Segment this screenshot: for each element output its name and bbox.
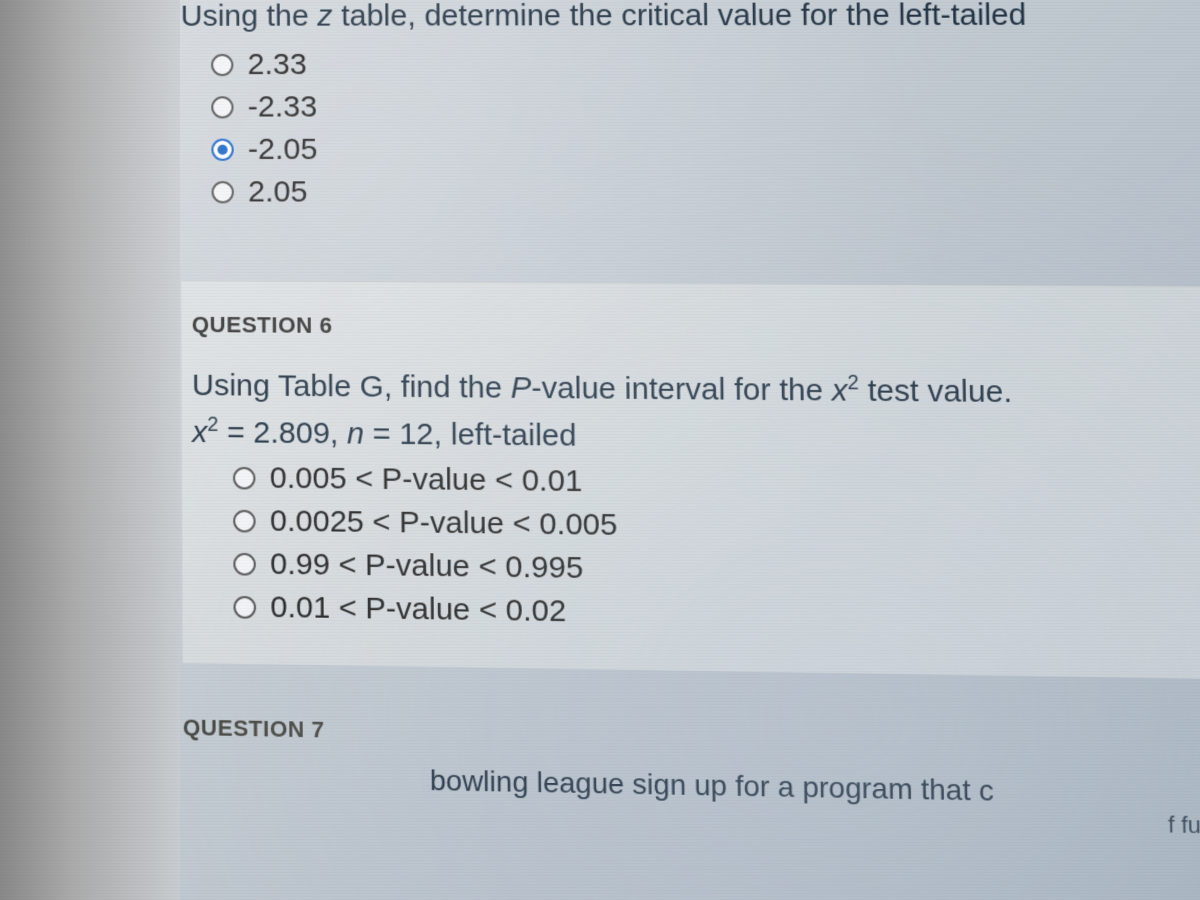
q7-header: QUESTION 7 — [183, 714, 1200, 760]
question-5-block: Using the z table, determine the critica… — [181, 0, 1200, 213]
q5-option-3[interactable]: -2.05 — [211, 133, 1200, 170]
question-7-block: QUESTION 7 bowling league sign up for a … — [183, 714, 1200, 840]
q6-chi-sup: 2 — [847, 372, 859, 395]
option-label: -2.05 — [248, 133, 318, 168]
q6-given-eq: = 2.809, — [218, 416, 347, 451]
radio-icon — [233, 553, 256, 576]
q6-prompt-prefix: Using Table G, find the — [192, 369, 511, 405]
q5-option-2[interactable]: -2.33 — [211, 90, 1200, 126]
q6-option-2[interactable]: 0.0025 < P-value < 0.005 — [233, 504, 1200, 551]
radio-icon-selected — [211, 139, 233, 161]
option-label: 2.05 — [248, 175, 308, 210]
q6-prompt-suffix: test value. — [859, 374, 1013, 410]
radio-icon — [233, 596, 256, 619]
q6-chi-base: x — [832, 374, 848, 408]
radio-icon — [233, 510, 256, 533]
q6-option-3[interactable]: 0.99 < P-value < 0.995 — [233, 547, 1200, 595]
q5-prompt-suffix: table, determine the critical value for … — [332, 0, 1026, 33]
q6-option-1[interactable]: 0.005 < P-value < 0.01 — [233, 461, 1200, 507]
radio-icon — [212, 181, 234, 203]
quiz-content: Using the z table, determine the critica… — [0, 0, 1200, 841]
radio-icon — [211, 96, 233, 118]
option-label: 0.005 < P-value < 0.01 — [270, 461, 583, 499]
option-label: 2.33 — [247, 48, 306, 82]
q6-given-chi-base: x — [192, 415, 207, 449]
q6-option-4[interactable]: 0.01 < P-value < 0.02 — [233, 590, 1200, 639]
radio-icon — [233, 467, 256, 490]
q6-given-rest: = 12, left-tailed — [364, 417, 577, 453]
question-6-block: QUESTION 6 Using Table G, find the P-val… — [181, 280, 1200, 679]
radio-icon — [211, 54, 233, 76]
q5-option-4[interactable]: 2.05 — [212, 175, 1200, 213]
q5-prompt: Using the z table, determine the critica… — [181, 0, 1200, 34]
q6-p-italic: P — [511, 371, 532, 405]
q6-given: x2 = 2.809, n = 12, left-tailed — [192, 413, 1200, 460]
option-label: 0.01 < P-value < 0.02 — [270, 590, 566, 629]
option-label: 0.0025 < P-value < 0.005 — [270, 504, 618, 543]
option-label: -2.33 — [248, 90, 318, 124]
q6-given-n: n — [347, 417, 364, 451]
q6-given-chi-sup: 2 — [207, 414, 218, 437]
q5-z-var: z — [317, 0, 332, 33]
q5-prompt-prefix: Using the — [181, 0, 318, 33]
screen-bezel-left — [0, 0, 180, 900]
q6-prompt: Using Table G, find the P-value interval… — [192, 367, 1200, 413]
option-label: 0.99 < P-value < 0.995 — [270, 547, 583, 586]
q5-option-1[interactable]: 2.33 — [211, 47, 1200, 82]
q6-header: QUESTION 6 — [192, 312, 1200, 346]
q6-prompt-mid: -value interval for the — [531, 371, 832, 407]
